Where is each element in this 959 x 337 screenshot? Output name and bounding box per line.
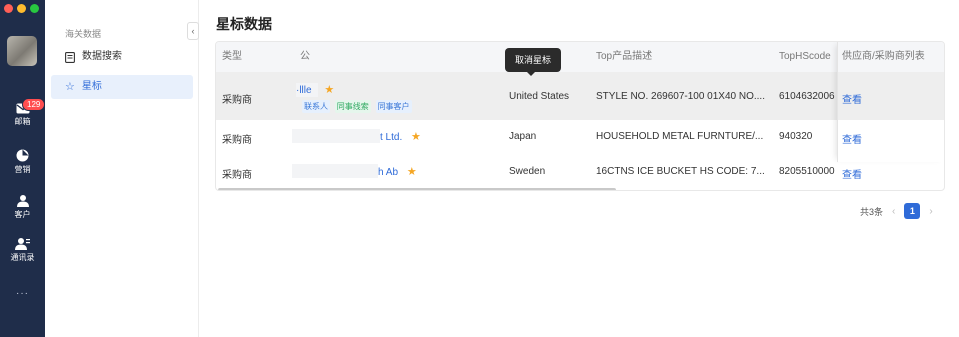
cell-hscode: 940320 bbox=[779, 131, 813, 142]
prev-page-button[interactable]: ‹ bbox=[892, 206, 895, 217]
customer-icon bbox=[16, 195, 29, 207]
main-content: 星标数据 取消星标 类型 公 国家 Top产品描述 TopHScode 供应商/… bbox=[200, 0, 959, 337]
next-page-button[interactable]: › bbox=[929, 206, 932, 217]
rail-item-contacts[interactable]: 通讯录 bbox=[0, 237, 45, 263]
star-icon[interactable]: ★ bbox=[411, 131, 421, 143]
rail-item-marketing[interactable]: 营销 bbox=[0, 149, 45, 175]
cell-country: Sweden bbox=[509, 166, 546, 177]
minimize-window-button[interactable] bbox=[17, 4, 26, 13]
rail-label-mail: 邮箱 bbox=[14, 117, 31, 126]
sidebar: 海关数据 ‹ 数据搜索 ☆ 星标 bbox=[45, 0, 199, 337]
more-icon[interactable]: ··· bbox=[0, 288, 45, 299]
cell-type: 采购商 bbox=[222, 135, 252, 146]
cell-country: Japan bbox=[509, 131, 537, 142]
redacted-company bbox=[292, 129, 380, 143]
cell-type: 采购商 bbox=[222, 95, 252, 106]
total-count: 共3条 bbox=[860, 206, 884, 217]
col-top-product: Top产品描述 bbox=[596, 51, 653, 62]
page-title: 星标数据 bbox=[216, 16, 272, 32]
cell-country: United States bbox=[509, 91, 570, 102]
maximize-window-button[interactable] bbox=[30, 4, 39, 13]
marketing-icon bbox=[16, 149, 29, 162]
collapse-sidebar-button[interactable]: ‹ bbox=[187, 22, 199, 40]
cell-type: 采购商 bbox=[222, 170, 252, 181]
sidebar-item-data-search[interactable]: 数据搜索 bbox=[51, 45, 193, 69]
company-name-link[interactable]: t Ltd. ★ bbox=[380, 130, 421, 143]
col-top-hscode: TopHScode bbox=[779, 51, 831, 62]
company-name-link[interactable]: h Ab ★ bbox=[378, 165, 417, 178]
col-company: 公 bbox=[300, 51, 310, 62]
company-tags: 联系人 同事线索 同事客户 bbox=[302, 100, 414, 113]
sidebar-section-title: 海关数据 bbox=[65, 29, 102, 39]
rail-item-customer[interactable]: 客户 bbox=[0, 194, 45, 220]
rail-label-marketing: 营销 bbox=[14, 165, 31, 174]
cell-product: HOUSEHOLD METAL FURNTURE/... bbox=[596, 131, 764, 142]
cell-product: 16CTNS ICE BUCKET HS CODE: 7... bbox=[596, 166, 765, 177]
contacts-icon bbox=[15, 238, 30, 250]
unstar-tooltip: 取消星标 bbox=[505, 48, 562, 76]
starred-table: 类型 公 国家 Top产品描述 TopHScode 供应商/采购商列表 采购商 … bbox=[215, 41, 945, 191]
view-link[interactable]: 查看 bbox=[842, 166, 862, 181]
sidebar-item-label: 星标 bbox=[81, 81, 102, 92]
tag-colleague-customer: 同事客户 bbox=[375, 100, 412, 113]
redacted-company bbox=[292, 164, 378, 178]
sticky-column-divider bbox=[837, 42, 944, 162]
table-header: 类型 公 国家 Top产品描述 TopHScode 供应商/采购商列表 bbox=[216, 42, 944, 72]
cell-hscode: 8205510000 bbox=[779, 166, 835, 177]
table-row[interactable]: 采购商 h Ab ★ Sweden 16CTNS ICE BUCKET HS C… bbox=[216, 154, 944, 188]
page-1-button[interactable]: 1 bbox=[904, 203, 921, 219]
document-search-icon bbox=[65, 51, 75, 63]
star-icon[interactable]: ★ bbox=[324, 84, 334, 96]
close-window-button[interactable] bbox=[4, 4, 13, 13]
table-row[interactable]: 采购商 t Ltd. ★ Japan HOUSEHOLD METAL FURNT… bbox=[216, 120, 944, 154]
col-type: 类型 bbox=[222, 51, 242, 62]
tag-colleague-lead: 同事线索 bbox=[334, 100, 371, 113]
company-name-link[interactable]: ·llle ★ bbox=[296, 83, 334, 96]
rail-label-customer: 客户 bbox=[14, 210, 31, 219]
pagination: 共3条 ‹ 1 › bbox=[860, 203, 933, 219]
tag-contact: 联系人 bbox=[302, 100, 330, 113]
avatar[interactable] bbox=[7, 36, 37, 66]
star-outline-icon: ☆ bbox=[65, 81, 75, 93]
cell-product: STYLE NO. 269607-100 01X40 NO.... bbox=[596, 91, 765, 102]
app-window: 129 邮箱 营销 客户 通讯录 ··· 海关数据 ‹ 数据搜索 ☆ 星标 星标… bbox=[0, 0, 959, 337]
sidebar-item-starred[interactable]: ☆ 星标 bbox=[51, 75, 193, 99]
left-rail: 129 邮箱 营销 客户 通讯录 ··· bbox=[0, 0, 46, 337]
mail-badge: 129 bbox=[22, 98, 46, 111]
table-row[interactable]: 采购商 ·llle ★ 联系人 同事线索 同事客户 United States … bbox=[216, 72, 944, 120]
sidebar-item-label: 数据搜索 bbox=[82, 51, 122, 62]
rail-item-mail[interactable]: 129 邮箱 bbox=[0, 98, 46, 127]
horizontal-scrollbar[interactable] bbox=[218, 188, 616, 190]
star-icon[interactable]: ★ bbox=[407, 166, 417, 178]
cell-hscode: 6104632006 bbox=[779, 91, 835, 102]
window-controls bbox=[4, 4, 39, 13]
rail-label-contacts: 通讯录 bbox=[10, 253, 35, 262]
